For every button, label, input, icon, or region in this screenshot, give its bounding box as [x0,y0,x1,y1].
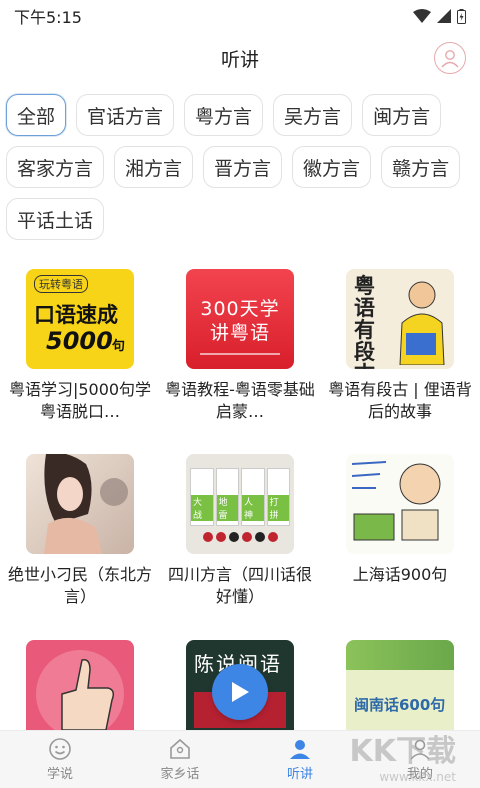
tab-learn-speak[interactable]: 学说 [0,731,120,788]
course-thumbnail [346,454,454,554]
wifi-icon [413,9,431,23]
tab-label: 学说 [46,767,73,782]
user-icon [441,50,459,68]
signal-icon [437,9,451,23]
user-listen-icon [290,740,310,759]
chip-gan[interactable]: 赣方言 [381,146,461,188]
course-thumbnail: 粤语有段古 [346,269,454,369]
play-icon [232,682,249,702]
play-button[interactable] [212,664,268,720]
course-card[interactable] [5,640,155,740]
status-time: 下午5:15 [14,8,82,27]
cartoon-old-man-icon [351,461,441,541]
tab-hometown-dialect[interactable]: 家乡话 [120,731,240,788]
title-bar: 听讲 [0,32,480,84]
chip-mandarin[interactable]: 官话方言 [76,94,175,136]
tab-listen[interactable]: 听讲 [240,731,360,788]
cartoon-figure-icon [399,281,445,365]
site-watermark: KK下载 www.kkx.net [349,734,457,784]
chip-pinghua[interactable]: 平话土话 [6,198,105,240]
avatar[interactable] [434,42,466,74]
chip-jin[interactable]: 晋方言 [203,146,283,188]
course-thumbnail: 闽南话600句 [346,640,454,740]
page-title: 听讲 [220,48,259,71]
category-chips: 全部 官话方言 粤方言 吴方言 闽方言 客家方言 湘方言 晋方言 徽方言 赣方言… [6,94,476,240]
course-title: 四川方言（四川话很好懂） [167,565,312,606]
course-thumbnail [26,454,134,554]
illustration-woman-icon [44,454,128,554]
course-card[interactable]: 上海话900句 [325,454,475,586]
course-title: 粤语有段古 | 俚语背后的故事 [328,380,472,421]
tab-label: 听讲 [286,767,313,782]
battery-icon [457,8,466,24]
course-title: 上海话900句 [352,565,448,584]
course-thumbnail: 玩转粤语 口语速成 5000 句 [26,269,134,369]
tab-label: 家乡话 [160,767,200,782]
course-title: 粤语教程-粤语零基础启蒙… [165,380,315,421]
chip-hakka[interactable]: 客家方言 [6,146,105,188]
course-card[interactable]: 粤语有段古 粤语有段古 | 俚语背后的故事 [325,269,475,423]
course-thumbnail: 大战 地雷 人神 打拼 [186,454,294,554]
course-thumbnail [26,640,134,740]
course-card[interactable]: 玩转粤语 口语速成 5000 句 粤语学习|5000句学粤语脱口… [5,269,155,423]
smile-icon [49,738,71,760]
course-card[interactable]: 闽南话600句 [325,640,475,740]
status-icons [413,8,466,24]
course-card[interactable]: 大战 地雷 人神 打拼 四川方言（四川话很好懂） [165,454,315,608]
chip-min[interactable]: 闽方言 [362,94,442,136]
course-card[interactable]: 300天学讲粤语 粤语教程-粤语零基础启蒙… [165,269,315,423]
course-card[interactable]: 绝世小刁民（东北方言） [5,454,155,608]
status-bar: 下午5:15 [0,0,480,32]
course-thumbnail: 300天学讲粤语 [186,269,294,369]
chip-cantonese[interactable]: 粤方言 [184,94,264,136]
chip-all[interactable]: 全部 [6,94,67,136]
course-title: 绝世小刁民（东北方言） [7,565,152,606]
chip-xiang[interactable]: 湘方言 [114,146,194,188]
thumbs-up-icon [36,650,124,738]
chip-hui[interactable]: 徽方言 [292,146,372,188]
house-icon [170,738,190,759]
course-title: 粤语学习|5000句学粤语脱口… [8,380,152,421]
chip-wu[interactable]: 吴方言 [273,94,353,136]
